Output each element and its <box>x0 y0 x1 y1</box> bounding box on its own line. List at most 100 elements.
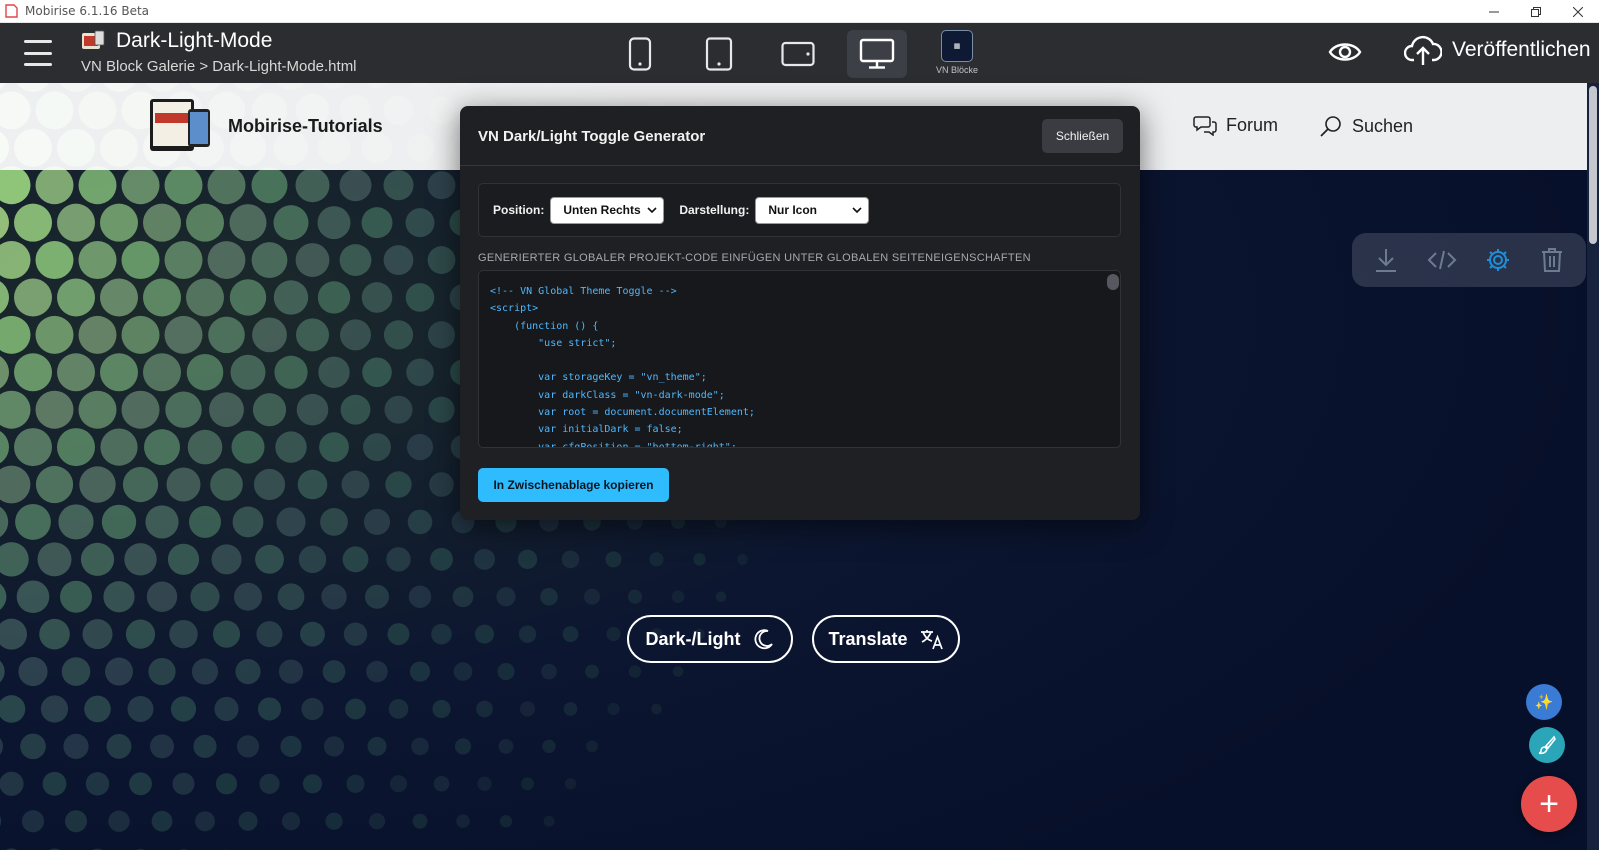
code-section-label: GENERIERTER GLOBALER PROJEKT-CODE EINFÜG… <box>478 252 1031 264</box>
background-dot <box>195 811 215 832</box>
background-dot <box>35 315 74 354</box>
brush-icon <box>1538 735 1556 755</box>
background-dot <box>295 168 330 203</box>
background-dot <box>58 504 94 540</box>
background-dot <box>454 738 472 755</box>
background-dot <box>280 735 302 757</box>
background-dot <box>166 467 201 502</box>
background-dot <box>340 319 371 351</box>
page-scrollbar-thumb[interactable] <box>1589 86 1597 244</box>
display-select[interactable]: Nur Icon <box>755 196 870 224</box>
background-dot <box>671 590 685 603</box>
background-dot <box>35 465 74 504</box>
nav-item-forum[interactable]: Forum <box>1193 114 1278 136</box>
background-dot <box>144 429 180 466</box>
background-dot <box>78 166 117 205</box>
modal-close-button[interactable]: Schließen <box>1042 119 1123 153</box>
background-dot <box>121 241 160 280</box>
publish-button[interactable]: Veröffentlichen <box>1404 33 1591 67</box>
desktop-view-button[interactable] <box>847 30 907 78</box>
background-dot <box>325 812 343 830</box>
style-brush-button[interactable] <box>1529 727 1565 763</box>
project-thumbnail-icon <box>82 30 105 49</box>
tablet-view-button[interactable] <box>689 30 749 78</box>
background-dot <box>693 553 706 566</box>
brand-name[interactable]: Mobirise-Tutorials <box>228 116 383 137</box>
background-dot <box>164 241 203 280</box>
breadcrumb[interactable]: VN Block Galerie > Dark-Light-Mode.html <box>81 58 357 75</box>
background-dot <box>60 580 92 613</box>
background-dot <box>191 658 219 685</box>
background-dot <box>606 627 621 642</box>
background-dot <box>295 243 330 277</box>
background-dot <box>543 815 555 827</box>
background-dot <box>78 390 117 429</box>
background-dot <box>361 282 393 313</box>
generated-code: <!-- VN Global Theme Toggle --> <script>… <box>490 286 755 448</box>
background-dot <box>186 278 224 317</box>
tablet-landscape-view-button[interactable] <box>768 30 828 78</box>
background-dot <box>383 170 414 201</box>
background-dot <box>319 432 349 462</box>
background-dot <box>143 278 181 317</box>
background-dot <box>14 353 52 392</box>
background-dot <box>651 703 662 715</box>
background-dot <box>186 353 224 391</box>
background-dot <box>215 773 238 795</box>
dark-light-button[interactable]: Dark-/Light <box>627 615 793 663</box>
background-dot <box>65 810 87 833</box>
translate-button[interactable]: Translate <box>812 615 960 663</box>
display-label: Darstellung: <box>679 203 750 217</box>
minimize-button[interactable] <box>1473 0 1515 23</box>
download-icon[interactable] <box>1374 247 1398 273</box>
background-dot <box>255 544 284 574</box>
background-dot <box>15 504 51 540</box>
copy-to-clipboard-button[interactable]: In Zwischenablage kopieren <box>478 468 669 502</box>
nav-item-search[interactable]: Suchen <box>1319 114 1413 138</box>
code-scrollbar-thumb[interactable] <box>1107 274 1119 290</box>
background-dot <box>190 582 220 612</box>
background-dot <box>317 281 351 314</box>
background-dot <box>121 166 160 205</box>
background-dot <box>585 664 599 679</box>
background-dot <box>121 315 160 354</box>
background-dot <box>300 621 325 647</box>
translate-label: Translate <box>828 628 908 649</box>
position-label: Position: <box>493 203 545 217</box>
background-dot <box>42 771 67 796</box>
restore-button[interactable] <box>1515 0 1557 23</box>
background-dot <box>208 316 245 354</box>
background-dot <box>14 203 52 242</box>
code-icon[interactable] <box>1427 248 1457 272</box>
ai-assistant-button[interactable]: ✨ <box>1526 684 1562 720</box>
generated-code-textarea[interactable]: <!-- VN Global Theme Toggle --> <script>… <box>478 270 1121 448</box>
position-select[interactable]: Unten Rechts <box>550 196 665 224</box>
dark-light-label: Dark-/Light <box>645 628 741 649</box>
background-dot <box>390 775 407 793</box>
background-dot <box>409 661 431 682</box>
background-dot <box>321 584 347 610</box>
add-block-button[interactable]: + <box>1521 776 1577 832</box>
mobile-view-button[interactable] <box>610 30 670 78</box>
trash-icon[interactable] <box>1540 247 1564 273</box>
background-dot <box>737 554 748 565</box>
background-dot <box>453 662 473 681</box>
background-dot <box>151 810 173 832</box>
tablet-landscape-icon <box>781 41 815 67</box>
background-dot <box>252 317 287 353</box>
background-dot <box>607 702 620 716</box>
background-dot <box>16 580 50 614</box>
background-dot <box>106 733 132 759</box>
background-dot <box>37 542 72 577</box>
vn-blocks-button[interactable]: ▦ VN Blöcke <box>934 30 980 75</box>
background-dot <box>186 203 224 242</box>
preview-button[interactable] <box>1328 40 1362 64</box>
background-dot <box>278 659 304 684</box>
background-dot <box>383 245 414 275</box>
menu-hamburger-icon[interactable] <box>24 40 52 66</box>
background-dot <box>169 619 198 649</box>
moon-icon <box>754 629 773 650</box>
close-window-button[interactable] <box>1557 0 1599 23</box>
background-dot <box>407 509 433 535</box>
gear-icon[interactable] <box>1485 247 1511 273</box>
